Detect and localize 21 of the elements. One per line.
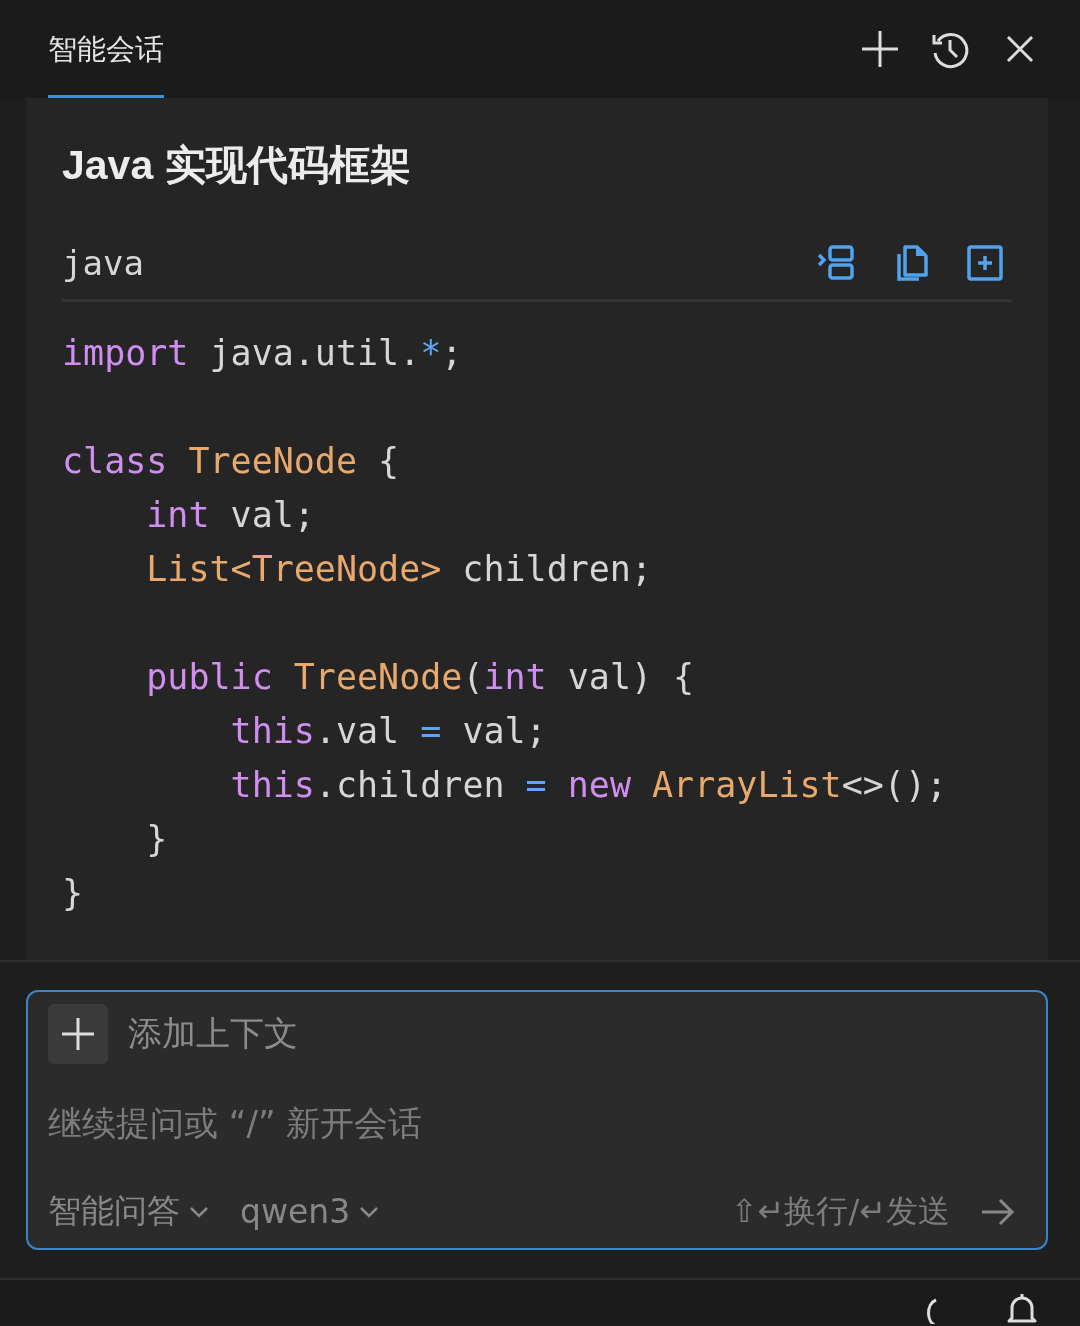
answer-title: Java 实现代码框架 bbox=[62, 141, 411, 190]
code-line: class TreeNode { bbox=[62, 440, 400, 483]
mode-dropdown[interactable]: 智能问答 bbox=[48, 1189, 210, 1234]
code-line: import java.util.*; bbox=[62, 332, 463, 375]
model-dropdown[interactable]: qwen3 bbox=[240, 1192, 381, 1231]
shortcut-hint: ⇧↵换行/↵发送 bbox=[730, 1190, 950, 1232]
code-line: public TreeNode(int val) { bbox=[145, 656, 695, 699]
code-line: this.val = val; bbox=[229, 710, 547, 753]
bell-icon[interactable] bbox=[1006, 1292, 1038, 1324]
code-language: java bbox=[62, 243, 144, 283]
code-line: List<TreeNode> children; bbox=[145, 548, 652, 591]
add-context-button[interactable]: 添加上下文 bbox=[48, 1004, 298, 1064]
plus-icon bbox=[60, 1016, 96, 1052]
code-line: } bbox=[145, 818, 168, 861]
insert-icon[interactable] bbox=[816, 244, 856, 282]
plus-icon[interactable] bbox=[860, 29, 900, 69]
add-file-icon[interactable] bbox=[966, 244, 1004, 282]
code-line: } bbox=[62, 872, 84, 915]
code-line: this.children = new ArrayList<>(); bbox=[229, 764, 948, 807]
code-line: int val; bbox=[145, 494, 315, 537]
chat-input[interactable]: 继续提问或 “/” 新开会话 bbox=[48, 1098, 1016, 1148]
